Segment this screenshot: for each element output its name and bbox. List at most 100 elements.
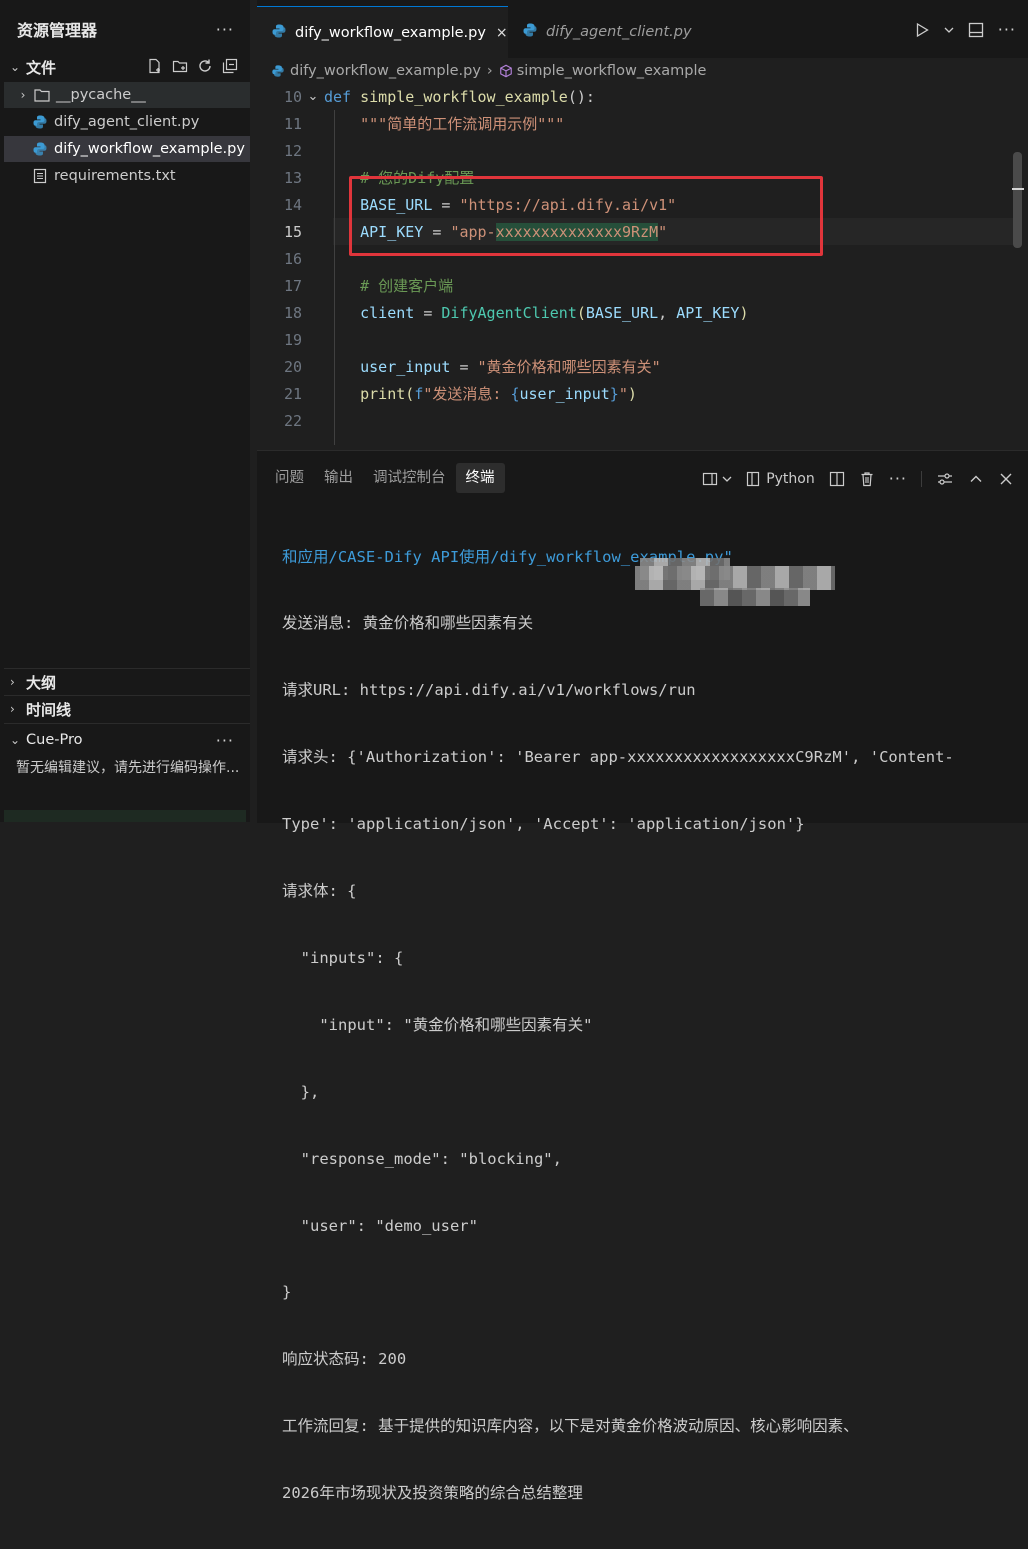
scrollbar-cursor-marker bbox=[1012, 188, 1024, 190]
code-token: ) bbox=[627, 385, 637, 403]
python-file-icon bbox=[32, 141, 48, 157]
terminal-line: "response_mode": "blocking", bbox=[282, 1149, 562, 1168]
cue-pro-message: 暂无编辑建议，请先进行编码操作... bbox=[16, 760, 240, 776]
file-item-requirements[interactable]: requirements.txt bbox=[4, 163, 250, 189]
line-number: 11 bbox=[283, 114, 302, 133]
chevron-right-icon: › bbox=[10, 675, 15, 689]
redaction-mosaic bbox=[635, 566, 835, 590]
panel-more-icon[interactable]: ··· bbox=[889, 469, 907, 488]
cue-pro-section-header[interactable]: ⌄ Cue-Pro ··· bbox=[0, 727, 250, 753]
close-icon[interactable] bbox=[998, 471, 1014, 487]
file-item-label: requirements.txt bbox=[54, 168, 176, 184]
file-item-label: __pycache__ bbox=[56, 87, 146, 103]
code-line: 20 user_input = "黄金价格和哪些因素有关" bbox=[257, 353, 1017, 380]
code-token: ( bbox=[405, 385, 415, 403]
fold-chevron-icon[interactable]: ⌄ bbox=[302, 89, 324, 104]
terminal-line: "input": "黄金价格和哪些因素有关" bbox=[282, 1015, 593, 1034]
new-file-icon[interactable] bbox=[147, 58, 163, 74]
collapse-all-icon[interactable] bbox=[222, 58, 238, 74]
code-token: "黄金价格和哪些因素有关" bbox=[477, 358, 661, 376]
editor-scrollbar[interactable] bbox=[1013, 152, 1022, 248]
terminal-line: 工作流回复: 基于提供的知识库内容，以下是对黄金价格波动原因、核心影响因素、 bbox=[282, 1417, 859, 1436]
file-item-dify-workflow-example[interactable]: dify_workflow_example.py bbox=[4, 136, 250, 162]
terminal-line: Type': 'application/json', 'Accept': 'ap… bbox=[282, 815, 805, 834]
close-icon[interactable]: × bbox=[496, 25, 508, 41]
explorer-title: 资源管理器 bbox=[17, 21, 98, 40]
explorer-more-icon[interactable]: ··· bbox=[216, 20, 234, 39]
refresh-icon[interactable] bbox=[197, 58, 213, 74]
code-token: # 创建客户端 bbox=[360, 277, 454, 295]
breadcrumb-file[interactable]: dify_workflow_example.py bbox=[290, 63, 481, 79]
line-number: 14 bbox=[283, 195, 302, 214]
cue-pro-label: Cue-Pro bbox=[26, 732, 83, 748]
separator bbox=[921, 470, 922, 487]
code-token: ( bbox=[576, 303, 586, 322]
code-token: print bbox=[360, 385, 406, 403]
line-number: 15 bbox=[283, 222, 302, 241]
code-token: client bbox=[360, 303, 415, 322]
tab-debug-console[interactable]: 调试控制台 bbox=[363, 463, 456, 493]
file-item-dify-agent-client[interactable]: dify_agent_client.py bbox=[4, 109, 250, 135]
file-item-label: dify_workflow_example.py bbox=[54, 141, 245, 157]
more-actions-icon[interactable]: ··· bbox=[998, 20, 1016, 39]
redaction-mosaic bbox=[700, 588, 810, 606]
maximize-panel-icon[interactable] bbox=[968, 471, 984, 487]
tab-dify-workflow-example[interactable]: dify_workflow_example.py × bbox=[257, 6, 508, 58]
terminal-line: } bbox=[282, 1283, 292, 1302]
file-item-pycache[interactable]: › __pycache__ bbox=[4, 82, 250, 108]
files-section-header[interactable]: ⌄ 文件 bbox=[0, 54, 250, 80]
breadcrumb: dify_workflow_example.py › simple_workfl… bbox=[271, 60, 706, 82]
outline-section-header[interactable]: › 大纲 bbox=[0, 669, 250, 695]
line-number: 12 bbox=[283, 141, 302, 160]
terminal-shell-selector[interactable]: Python bbox=[746, 471, 815, 487]
tab-dify-agent-client[interactable]: dify_agent_client.py bbox=[508, 6, 714, 58]
chevron-right-icon: › bbox=[20, 88, 26, 102]
trash-icon[interactable] bbox=[859, 471, 875, 487]
panel-settings-icon[interactable] bbox=[936, 471, 954, 487]
chevron-down-icon: ⌄ bbox=[10, 733, 21, 747]
line-number: 16 bbox=[283, 249, 302, 268]
split-editor-icon[interactable] bbox=[968, 22, 984, 38]
code-line: 10 ⌄ def simple_workflow_example(): bbox=[257, 83, 1017, 110]
section-divider bbox=[4, 723, 250, 724]
chevron-down-icon[interactable] bbox=[944, 22, 954, 38]
code-token: user_input bbox=[360, 358, 451, 376]
terminal-line: 发送消息: 黄金价格和哪些因素有关 bbox=[282, 614, 534, 633]
editor-actions: ··· bbox=[914, 20, 1016, 39]
code-token: , bbox=[658, 303, 677, 322]
timeline-section-header[interactable]: › 时间线 bbox=[0, 696, 250, 722]
panel-actions: Python ··· bbox=[702, 469, 1014, 488]
line-number: 13 bbox=[283, 168, 302, 187]
code-token: user_input bbox=[519, 385, 610, 403]
terminal-output[interactable]: 和应用/CASE-Dify API使用/dify_workflow_exampl… bbox=[282, 501, 1022, 1549]
chevron-down-icon[interactable] bbox=[722, 471, 732, 487]
code-line: 22 bbox=[257, 407, 1017, 434]
explorer-sidebar: 资源管理器 ··· ⌄ 文件 › __pycache__ dify_agent_… bbox=[0, 0, 250, 822]
highlight-box bbox=[349, 176, 823, 256]
python-file-icon bbox=[271, 64, 285, 78]
python-file-icon bbox=[271, 23, 287, 43]
explorer-header: 资源管理器 ··· bbox=[0, 0, 250, 58]
file-item-label: dify_agent_client.py bbox=[54, 114, 200, 130]
run-icon[interactable] bbox=[914, 22, 930, 38]
tab-terminal[interactable]: 终端 bbox=[455, 463, 505, 493]
terminal-layout-icon[interactable] bbox=[702, 471, 718, 487]
python-file-icon bbox=[32, 114, 48, 130]
tab-problems[interactable]: 问题 bbox=[265, 463, 314, 493]
split-terminal-icon[interactable] bbox=[829, 471, 845, 487]
code-token: DifyAgentClient bbox=[441, 303, 577, 322]
files-toolbar bbox=[147, 58, 238, 74]
code-line: 17 # 创建客户端 bbox=[257, 272, 1017, 299]
terminal-line: 请求体: { bbox=[282, 882, 357, 901]
code-token: " bbox=[618, 385, 628, 403]
folder-icon bbox=[34, 87, 50, 103]
tab-output[interactable]: 输出 bbox=[314, 463, 363, 493]
breadcrumb-symbol[interactable]: simple_workflow_example bbox=[517, 63, 707, 79]
terminal-line: }, bbox=[282, 1082, 320, 1101]
cue-pro-more-icon[interactable]: ··· bbox=[216, 731, 234, 750]
terminal-line: 请求URL: https://api.dify.ai/v1/workflows/… bbox=[282, 681, 696, 700]
code-token: = bbox=[450, 358, 478, 376]
line-number: 17 bbox=[283, 276, 302, 295]
new-folder-icon[interactable] bbox=[172, 58, 188, 74]
terminal-shell-label: Python bbox=[766, 470, 815, 487]
